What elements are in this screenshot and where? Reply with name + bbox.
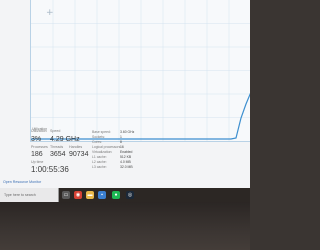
threads-label: Threads bbox=[50, 145, 64, 149]
detail-label: L3 cache: bbox=[92, 165, 107, 169]
folder-icon[interactable]: ▬ bbox=[86, 191, 94, 199]
detail-value: 16 bbox=[120, 145, 124, 149]
graph-canvas: + bbox=[31, 0, 250, 141]
steam-glyph: ◎ bbox=[127, 191, 133, 198]
detail-value: Enabled bbox=[120, 150, 133, 154]
spotify-icon[interactable]: ● bbox=[112, 191, 120, 199]
search-placeholder: Type here to search bbox=[4, 193, 36, 197]
detail-label: L2 cache: bbox=[92, 160, 107, 164]
detail-value: 4.0 MB bbox=[120, 160, 131, 164]
open-resource-monitor-link[interactable]: Open Resource Monitor bbox=[3, 180, 41, 185]
spotify-glyph: ● bbox=[114, 191, 118, 198]
speed-value: 4.29 GHz bbox=[50, 136, 80, 143]
processes-label: Processes bbox=[31, 145, 48, 149]
folder-glyph: ▬ bbox=[87, 191, 93, 198]
detail-label: Virtualization: bbox=[92, 150, 113, 154]
taskbar-search-input[interactable]: Type here to search bbox=[0, 188, 59, 202]
task-manager-window: + Utilization Utilization 3% Speed 4.29 … bbox=[0, 0, 250, 188]
chrome-icon[interactable]: ◉ bbox=[74, 191, 82, 199]
store-glyph: ▪ bbox=[101, 191, 103, 198]
handles-label: Handles bbox=[69, 145, 83, 149]
detail-label: Logical processors: bbox=[92, 145, 122, 149]
speed-label: Speed bbox=[50, 129, 61, 133]
handles-value: 90734 bbox=[69, 151, 89, 158]
detail-value: 32.0 MB bbox=[120, 165, 133, 169]
detail-value: 8 bbox=[120, 140, 122, 144]
task-view-icon[interactable]: ▭ bbox=[62, 191, 70, 199]
threads-value: 3654 bbox=[50, 151, 66, 158]
graph-grid bbox=[31, 0, 250, 141]
detail-label: L1 cache: bbox=[92, 155, 107, 159]
detail-value: 512 KB bbox=[120, 155, 132, 159]
detail-label: Base speed: bbox=[92, 130, 111, 134]
uptime-value: 1:00:55:36 bbox=[31, 165, 69, 174]
steam-icon[interactable]: ◎ bbox=[126, 191, 134, 199]
cpu-utilization-graph: + bbox=[30, 0, 250, 142]
utilization-label: Utilization bbox=[31, 129, 47, 133]
detail-value: 3.60 GHz bbox=[120, 130, 135, 134]
utilization-value: 3% bbox=[31, 136, 42, 143]
task-view-glyph: ▭ bbox=[63, 191, 69, 198]
detail-label: Sockets: bbox=[92, 135, 106, 139]
store-icon[interactable]: ▪ bbox=[98, 191, 106, 199]
detail-label: Cores: bbox=[92, 140, 102, 144]
chrome-glyph: ◉ bbox=[75, 191, 81, 198]
detail-value: 1 bbox=[120, 135, 122, 139]
utilization-line bbox=[31, 92, 250, 140]
monitor-bezel bbox=[0, 202, 250, 250]
processes-value: 186 bbox=[31, 151, 43, 158]
plus-icon: + bbox=[46, 8, 54, 18]
